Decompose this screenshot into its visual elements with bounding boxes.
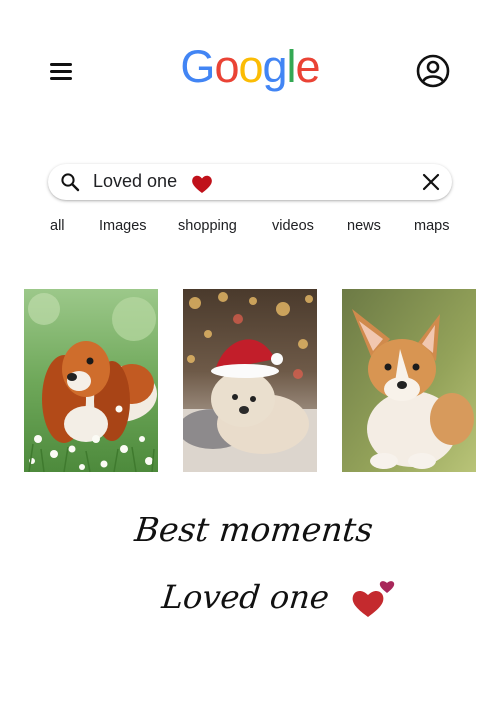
tab-maps[interactable]: maps — [414, 218, 449, 234]
logo-letter: l — [287, 41, 296, 92]
image-result-poodle[interactable] — [183, 289, 317, 472]
tab-images[interactable]: Images — [99, 218, 147, 234]
caption-best-moments: Best moments — [132, 510, 375, 549]
logo-letter: e — [296, 41, 320, 92]
account-circle-icon — [416, 54, 450, 88]
image-result-spaniel[interactable] — [24, 289, 158, 472]
image-result-corgi[interactable] — [342, 289, 476, 472]
logo-letter: o — [238, 41, 262, 92]
svg-text:Google: Google — [180, 41, 319, 92]
corgi-puppy-photo — [342, 289, 476, 472]
search-icon[interactable] — [60, 172, 80, 192]
search-query-text[interactable]: Loved one — [93, 171, 177, 192]
tab-news[interactable]: news — [347, 218, 381, 234]
google-logo-wordmark: Google — [180, 41, 320, 92]
spaniel-puppy-photo — [24, 289, 158, 472]
logo-letter: G — [180, 41, 214, 92]
tab-videos[interactable]: videos — [272, 218, 314, 234]
caption-loved-one: Loved one — [160, 578, 331, 616]
logo-letter: g — [263, 41, 287, 92]
clear-search-icon[interactable] — [422, 173, 440, 191]
poodle-puppy-photo — [183, 289, 317, 472]
red-heart-icon — [192, 175, 212, 193]
account-button[interactable] — [416, 54, 450, 88]
logo-letter: o — [214, 41, 238, 92]
search-tabs: all Images shopping videos news maps — [0, 218, 500, 238]
search-bar[interactable]: Loved one — [48, 164, 452, 200]
tab-shopping[interactable]: shopping — [178, 218, 237, 234]
tab-all[interactable]: all — [50, 218, 65, 234]
two-hearts-icon — [352, 581, 395, 617]
